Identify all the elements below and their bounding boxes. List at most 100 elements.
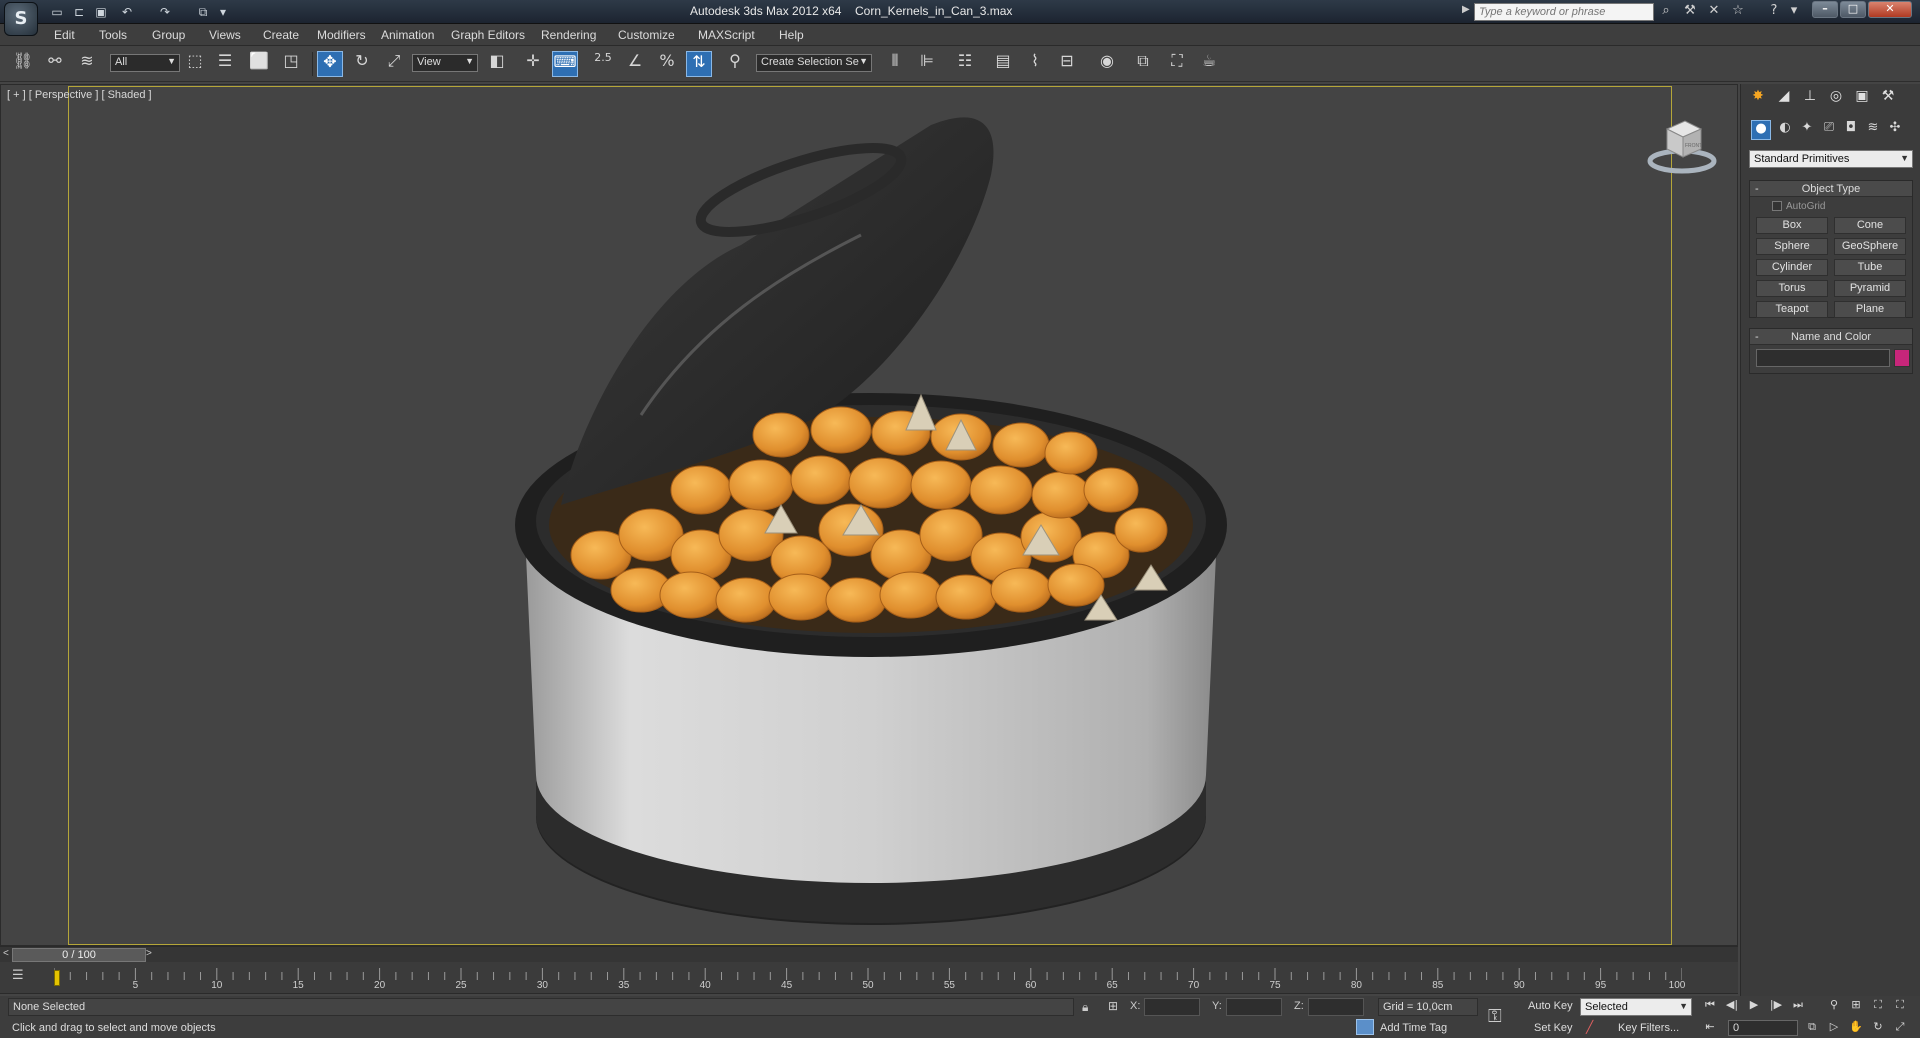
render-production-icon[interactable]: ☕ bbox=[1196, 51, 1222, 77]
category-dropdown[interactable]: Standard Primitives ▼ bbox=[1749, 150, 1913, 168]
name-and-color-header[interactable]: - Name and Color bbox=[1750, 329, 1912, 345]
box-button[interactable]: Box bbox=[1756, 217, 1828, 234]
pivot-center-icon[interactable]: ◧ bbox=[484, 51, 510, 77]
shapes-icon[interactable]: ◐ bbox=[1775, 120, 1795, 140]
quick-access-dropdown-icon[interactable]: ▾ bbox=[214, 3, 232, 21]
selection-filter-dropdown[interactable]: All ▼ bbox=[110, 54, 180, 72]
pyramid-button[interactable]: Pyramid bbox=[1834, 280, 1906, 297]
sphere-button[interactable]: Sphere bbox=[1756, 238, 1828, 255]
zoom-all-icon[interactable]: ⊞ bbox=[1846, 998, 1866, 1016]
go-to-start-icon[interactable]: ⏮ bbox=[1700, 998, 1720, 1016]
maximize-button[interactable]: □ bbox=[1840, 1, 1866, 18]
menu-rendering[interactable]: Rendering bbox=[541, 28, 596, 42]
select-and-move-icon[interactable]: ✥ bbox=[317, 51, 343, 77]
reference-coordinate-dropdown[interactable]: View ▼ bbox=[412, 54, 478, 72]
open-mini-curve-editor-icon[interactable]: ☰ bbox=[12, 968, 32, 986]
set-key-button[interactable]: Set Key bbox=[1534, 1022, 1573, 1034]
communication-icon[interactable]: ✕ bbox=[1704, 3, 1724, 21]
current-frame-field[interactable] bbox=[1728, 1020, 1798, 1036]
add-time-tag[interactable]: Add Time Tag bbox=[1380, 1022, 1447, 1034]
hierarchy-tab-icon[interactable]: ⊥ bbox=[1799, 88, 1821, 110]
perspective-viewport[interactable]: [ + ] [ Perspective ] [ Shaded ] FRONT bbox=[0, 84, 1738, 946]
default-in-out-tangent-icon[interactable]: ╱ bbox=[1586, 1020, 1602, 1036]
lights-icon[interactable]: ✦ bbox=[1797, 120, 1817, 140]
select-and-link-icon[interactable]: ⛓ bbox=[10, 51, 36, 77]
favorites-icon[interactable]: ☆ bbox=[1728, 3, 1748, 21]
zoom-extents-all-icon[interactable]: ⛶ bbox=[1890, 998, 1910, 1016]
key-filters-button[interactable]: Key Filters... bbox=[1618, 1022, 1679, 1034]
previous-frame-icon[interactable]: ◀| bbox=[1722, 998, 1742, 1016]
zoom-extents-icon[interactable]: ⛶ bbox=[1868, 998, 1888, 1016]
align-icon[interactable]: ⊫ bbox=[914, 51, 940, 77]
orbit-icon[interactable]: ↻ bbox=[1868, 1020, 1888, 1038]
minimize-button[interactable]: – bbox=[1812, 1, 1838, 18]
systems-icon[interactable]: ✣ bbox=[1885, 120, 1905, 140]
redo-icon[interactable]: ↷ bbox=[156, 3, 174, 21]
save-icon[interactable]: ▣ bbox=[92, 3, 110, 21]
unlink-icon[interactable]: ⚯ bbox=[42, 51, 68, 77]
rectangular-selection-icon[interactable]: ⬜ bbox=[246, 51, 272, 77]
project-folder-icon[interactable]: ⧉ bbox=[194, 3, 212, 21]
percent-snap-icon[interactable]: % bbox=[654, 51, 680, 77]
help-dropdown-icon[interactable]: ▾ bbox=[1784, 3, 1804, 21]
menu-edit[interactable]: Edit bbox=[54, 28, 75, 42]
field-of-view-icon[interactable]: ▷ bbox=[1824, 1020, 1844, 1038]
new-file-icon[interactable]: ▭ bbox=[48, 3, 66, 21]
auto-key-button[interactable]: Auto Key bbox=[1528, 1000, 1573, 1012]
window-crossing-icon[interactable]: ◳ bbox=[278, 51, 304, 77]
object-color-swatch[interactable] bbox=[1894, 349, 1910, 367]
mirror-icon[interactable]: ⫴ bbox=[882, 51, 908, 77]
go-to-end-icon[interactable]: ⏭ bbox=[1788, 998, 1808, 1016]
z-coord-field[interactable] bbox=[1308, 998, 1364, 1016]
cameras-icon[interactable]: ⎚ bbox=[1819, 120, 1839, 140]
menu-help[interactable]: Help bbox=[779, 28, 804, 42]
time-tag-icon[interactable] bbox=[1356, 1019, 1374, 1035]
y-coord-field[interactable] bbox=[1226, 998, 1282, 1016]
maximize-viewport-icon[interactable]: ⤢ bbox=[1890, 1020, 1910, 1038]
current-frame-marker[interactable] bbox=[54, 970, 60, 986]
select-manipulate-icon[interactable]: ✛ bbox=[520, 51, 546, 77]
keyboard-shortcut-override-icon[interactable]: ⌨ bbox=[552, 51, 578, 77]
next-frame-icon[interactable]: |▶ bbox=[1766, 998, 1786, 1016]
absolute-mode-icon[interactable]: ⊞ bbox=[1108, 999, 1118, 1013]
rendered-frame-window-icon[interactable]: ⛶ bbox=[1164, 51, 1190, 77]
viewcube-icon[interactable]: FRONT bbox=[1647, 115, 1717, 175]
select-and-rotate-icon[interactable]: ↻ bbox=[349, 51, 375, 77]
track-bar[interactable]: ☰ 5 10 15 20 25 30 35 40 45 50 55 60 65 70 75 80 85 90 95 1… bbox=[0, 962, 1738, 994]
undo-icon[interactable]: ↶ bbox=[118, 3, 136, 21]
utilities-tab-icon[interactable]: ⚒ bbox=[1877, 88, 1899, 110]
select-by-name-icon[interactable]: ☰ bbox=[212, 51, 238, 77]
menu-graph-editors[interactable]: Graph Editors bbox=[451, 28, 525, 42]
modify-tab-icon[interactable]: ◢ bbox=[1773, 88, 1795, 110]
time-configuration-icon[interactable]: ⧉ bbox=[1802, 1020, 1822, 1038]
select-object-icon[interactable]: ⬚ bbox=[182, 51, 208, 77]
render-setup-icon[interactable]: ⧉ bbox=[1130, 51, 1156, 77]
object-name-field[interactable] bbox=[1756, 349, 1890, 367]
menu-modifiers[interactable]: Modifiers bbox=[317, 28, 366, 42]
pan-view-icon[interactable]: ✋ bbox=[1846, 1020, 1866, 1038]
cylinder-button[interactable]: Cylinder bbox=[1756, 259, 1828, 276]
time-slider-prev-icon[interactable]: < bbox=[3, 948, 9, 959]
menu-maxscript[interactable]: MAXScript bbox=[698, 28, 755, 42]
geosphere-button[interactable]: GeoSphere bbox=[1834, 238, 1906, 255]
torus-button[interactable]: Torus bbox=[1756, 280, 1828, 297]
layer-manager-icon[interactable]: ☷ bbox=[952, 51, 978, 77]
snaps-toggle-icon[interactable]: 2.5 bbox=[590, 51, 616, 77]
3ds-max-logo-icon[interactable]: S bbox=[4, 2, 38, 36]
time-slider-thumb[interactable]: 0 / 100 bbox=[12, 948, 146, 962]
zoom-icon[interactable]: ⚲ bbox=[1824, 998, 1844, 1016]
time-slider-next-icon[interactable]: > bbox=[146, 948, 152, 959]
teapot-button[interactable]: Teapot bbox=[1756, 301, 1828, 318]
select-and-scale-icon[interactable]: ⤢ bbox=[381, 51, 407, 77]
key-mode-dropdown[interactable]: Selected ▼ bbox=[1580, 998, 1692, 1016]
x-coord-field[interactable] bbox=[1144, 998, 1200, 1016]
menu-tools[interactable]: Tools bbox=[99, 28, 127, 42]
open-file-icon[interactable]: ⊏ bbox=[70, 3, 88, 21]
menu-group[interactable]: Group bbox=[152, 28, 185, 42]
named-selection-set-dropdown[interactable]: Create Selection Se ▼ bbox=[756, 54, 872, 72]
bind-space-warp-icon[interactable]: ≋ bbox=[74, 51, 100, 77]
graphite-ribbon-icon[interactable]: ▤ bbox=[990, 51, 1016, 77]
plane-button[interactable]: Plane bbox=[1834, 301, 1906, 318]
search-expand-icon[interactable]: ▶ bbox=[1462, 4, 1470, 15]
spinner-snap-icon[interactable]: ⇅ bbox=[686, 51, 712, 77]
